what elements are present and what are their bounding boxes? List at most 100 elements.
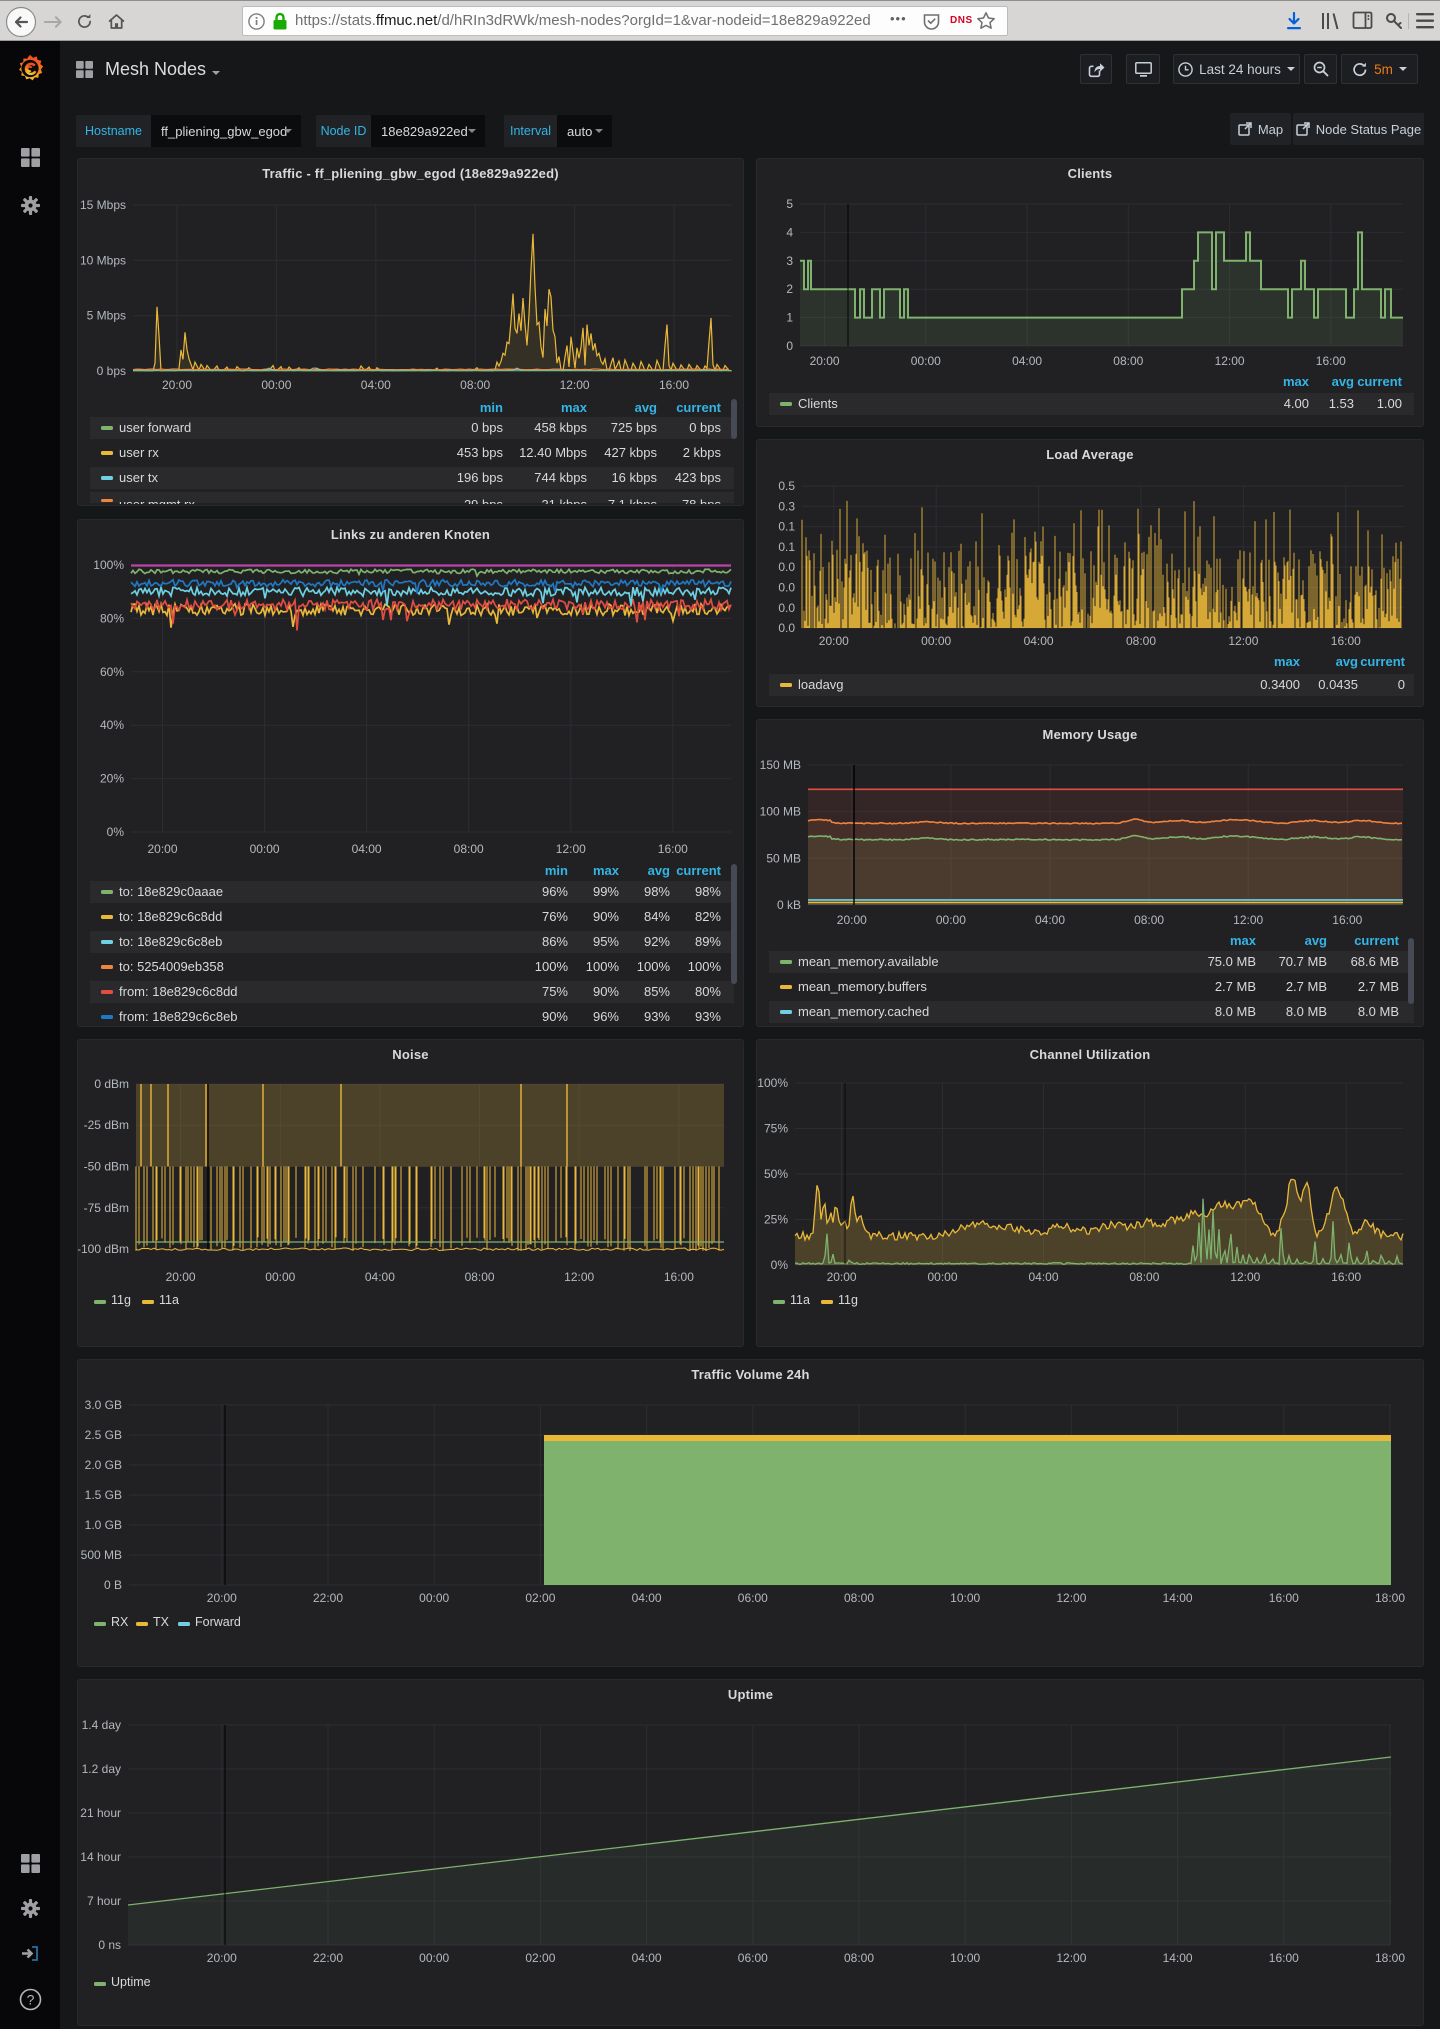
svg-text:16:00: 16:00 [659,378,689,392]
svg-text:04:00: 04:00 [1035,913,1065,927]
svg-text:0 dBm: 0 dBm [94,1077,129,1091]
svg-text:16:00: 16:00 [1331,634,1361,648]
svg-text:08:00: 08:00 [1134,913,1164,927]
svg-text:?: ? [27,1992,35,2008]
svg-text:20:00: 20:00 [837,913,867,927]
svg-text:0.0: 0.0 [778,601,795,615]
svg-text:00:00: 00:00 [265,1270,295,1284]
svg-text:00:00: 00:00 [911,354,941,368]
svg-text:20:00: 20:00 [827,1270,857,1284]
svg-text:06:00: 06:00 [738,1951,768,1965]
svg-text:1: 1 [786,311,793,325]
svg-text:4: 4 [786,225,793,239]
svg-text:08:00: 08:00 [1113,354,1143,368]
svg-text:15 Mbps: 15 Mbps [80,198,126,212]
svg-text:20:00: 20:00 [207,1951,237,1965]
svg-text:60%: 60% [100,665,124,679]
svg-text:12:00: 12:00 [564,1270,594,1284]
svg-text:18:00: 18:00 [1375,1951,1405,1965]
svg-text:1.0 GB: 1.0 GB [85,1518,122,1532]
svg-text:08:00: 08:00 [1126,634,1156,648]
svg-text:16:00: 16:00 [1331,1270,1361,1284]
svg-text:10:00: 10:00 [950,1591,980,1605]
svg-text:100%: 100% [93,558,124,572]
svg-text:0.3: 0.3 [778,499,795,513]
svg-text:10:00: 10:00 [950,1951,980,1965]
svg-text:00:00: 00:00 [419,1591,449,1605]
svg-text:16:00: 16:00 [1332,913,1362,927]
svg-text:08:00: 08:00 [1129,1270,1159,1284]
svg-text:5 Mbps: 5 Mbps [87,309,126,323]
svg-text:-100 dBm: -100 dBm [78,1242,129,1256]
svg-text:21 hour: 21 hour [80,1806,121,1820]
svg-text:0: 0 [786,339,793,353]
svg-text:0.5: 0.5 [778,479,795,493]
svg-text:20:00: 20:00 [166,1270,196,1284]
svg-text:0 kB: 0 kB [777,898,801,912]
svg-text:12:00: 12:00 [1215,354,1245,368]
svg-text:20:00: 20:00 [819,634,849,648]
svg-text:-75 dBm: -75 dBm [84,1201,129,1215]
svg-text:0%: 0% [107,825,125,839]
svg-text:08:00: 08:00 [844,1951,874,1965]
svg-text:3: 3 [786,254,793,268]
svg-text:16:00: 16:00 [1269,1951,1299,1965]
svg-text:14 hour: 14 hour [80,1850,121,1864]
svg-text:0%: 0% [771,1258,789,1272]
svg-text:0 B: 0 B [104,1578,122,1592]
svg-text:20%: 20% [100,772,124,786]
svg-text:16:00: 16:00 [1269,1591,1299,1605]
svg-text:08:00: 08:00 [454,842,484,856]
svg-text:12:00: 12:00 [1230,1270,1260,1284]
svg-text:04:00: 04:00 [632,1951,662,1965]
svg-text:2.5 GB: 2.5 GB [85,1428,122,1442]
svg-text:20:00: 20:00 [162,378,192,392]
svg-text:1.4 day: 1.4 day [82,1718,121,1732]
svg-text:2: 2 [786,282,793,296]
svg-text:04:00: 04:00 [1028,1270,1058,1284]
svg-text:12:00: 12:00 [556,842,586,856]
svg-text:2.0 GB: 2.0 GB [85,1458,122,1472]
svg-text:0.0: 0.0 [778,621,795,635]
svg-text:22:00: 22:00 [313,1591,343,1605]
svg-text:7 hour: 7 hour [87,1894,121,1908]
svg-text:04:00: 04:00 [1012,354,1042,368]
svg-text:75%: 75% [764,1122,788,1136]
svg-text:-25 dBm: -25 dBm [84,1118,129,1132]
svg-text:100 MB: 100 MB [760,805,801,819]
svg-text:00:00: 00:00 [250,842,280,856]
svg-text:04:00: 04:00 [1024,634,1054,648]
svg-text:12:00: 12:00 [1228,634,1258,648]
svg-text:04:00: 04:00 [352,842,382,856]
svg-text:0.0: 0.0 [778,560,795,574]
svg-text:150 MB: 150 MB [760,758,801,772]
svg-text:20:00: 20:00 [207,1591,237,1605]
svg-text:50%: 50% [764,1167,788,1181]
svg-text:16:00: 16:00 [658,842,688,856]
svg-text:0.1: 0.1 [778,520,795,534]
svg-text:50 MB: 50 MB [766,851,801,865]
svg-text:14:00: 14:00 [1163,1591,1193,1605]
svg-text:00:00: 00:00 [921,634,951,648]
svg-text:18:00: 18:00 [1375,1591,1405,1605]
svg-text:04:00: 04:00 [365,1270,395,1284]
svg-text:04:00: 04:00 [361,378,391,392]
svg-text:20:00: 20:00 [810,354,840,368]
svg-text:5: 5 [786,197,793,211]
svg-text:00:00: 00:00 [936,913,966,927]
svg-text:80%: 80% [100,611,124,625]
svg-text:0.1: 0.1 [778,540,795,554]
svg-text:00:00: 00:00 [927,1270,957,1284]
svg-text:08:00: 08:00 [465,1270,495,1284]
svg-text:-50 dBm: -50 dBm [84,1160,129,1174]
svg-text:02:00: 02:00 [525,1951,555,1965]
svg-text:12:00: 12:00 [1056,1591,1086,1605]
svg-text:1.5 GB: 1.5 GB [85,1488,122,1502]
svg-text:08:00: 08:00 [844,1591,874,1605]
svg-text:0 ns: 0 ns [98,1938,121,1952]
svg-text:0 bps: 0 bps [97,364,126,378]
svg-text:02:00: 02:00 [525,1591,555,1605]
svg-text:3.0 GB: 3.0 GB [85,1398,122,1412]
svg-text:10 Mbps: 10 Mbps [80,253,126,267]
svg-text:12:00: 12:00 [560,378,590,392]
